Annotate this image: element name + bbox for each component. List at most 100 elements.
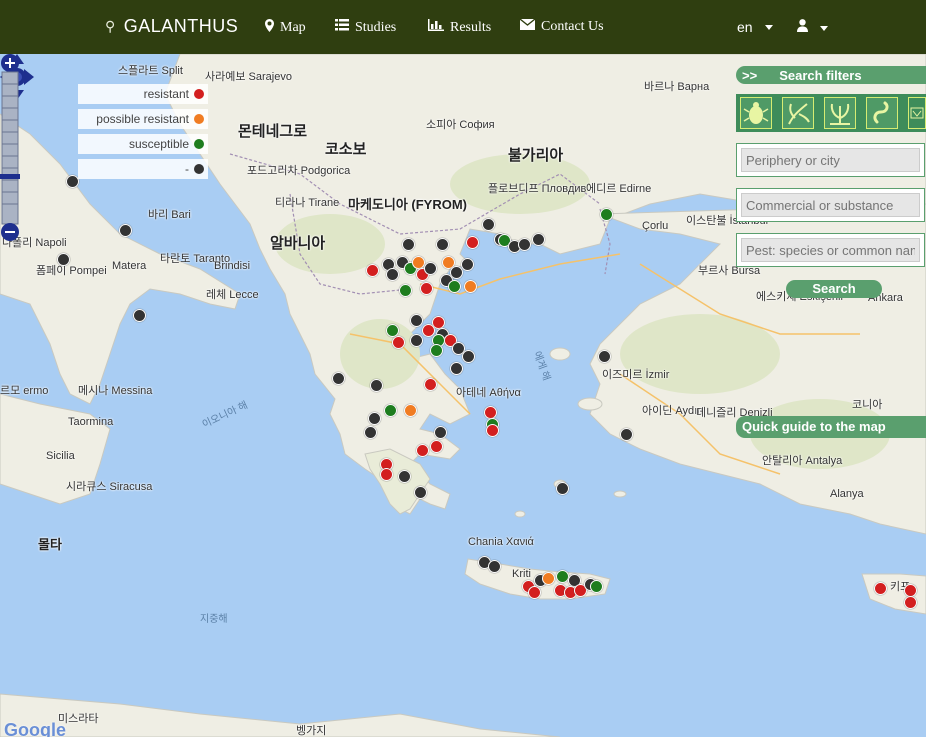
google-logo: Google bbox=[4, 720, 66, 737]
map-label-kriti: Kriti bbox=[512, 568, 531, 580]
search-filters-header[interactable]: >> Search filters bbox=[736, 66, 926, 84]
map-label-montenegro: 몬테네그로 bbox=[238, 123, 308, 140]
map-marker[interactable] bbox=[402, 238, 415, 251]
map-label-bulgaria: 불가리아 bbox=[508, 147, 564, 164]
map-marker[interactable] bbox=[133, 309, 146, 322]
map-marker[interactable] bbox=[57, 253, 70, 266]
map-marker[interactable] bbox=[542, 572, 555, 585]
map-marker[interactable] bbox=[398, 470, 411, 483]
envelope-icon bbox=[519, 18, 536, 35]
map-marker[interactable] bbox=[430, 344, 443, 357]
map-marker[interactable] bbox=[434, 426, 447, 439]
worm-icon[interactable] bbox=[866, 97, 898, 129]
map-label-albania: 알바니아 bbox=[270, 235, 326, 252]
chevron-down-icon bbox=[764, 24, 773, 30]
map-marker[interactable] bbox=[424, 262, 437, 275]
map-label-konya: 코니아 bbox=[852, 399, 883, 411]
map-marker[interactable] bbox=[598, 350, 611, 363]
brand-name: GALANTHUS bbox=[123, 16, 239, 36]
map-marker[interactable] bbox=[874, 582, 887, 595]
map-marker[interactable] bbox=[392, 336, 405, 349]
map-marker[interactable] bbox=[620, 428, 633, 441]
map-marker[interactable] bbox=[370, 379, 383, 392]
map-marker[interactable] bbox=[488, 560, 501, 573]
map-label-brindisi: Brindisi bbox=[214, 260, 251, 272]
filter-icons-row bbox=[736, 94, 926, 132]
map-marker[interactable] bbox=[448, 280, 461, 293]
user-menu[interactable] bbox=[797, 19, 828, 37]
commercial-field-wrapper bbox=[736, 188, 925, 222]
legend-dot-possible-resistant bbox=[194, 114, 204, 124]
user-icon bbox=[797, 19, 808, 37]
map-marker[interactable] bbox=[556, 482, 569, 495]
map-marker[interactable] bbox=[386, 268, 399, 281]
nav-studies[interactable]: Studies bbox=[335, 19, 396, 36]
map-marker[interactable] bbox=[414, 486, 427, 499]
map-label-palermo: 르모 ermo bbox=[0, 385, 49, 397]
map-marker[interactable] bbox=[466, 236, 479, 249]
bug-icon[interactable] bbox=[740, 97, 772, 129]
map-marker[interactable] bbox=[436, 238, 449, 251]
map-label-tirana: 티라나 Tirane bbox=[275, 197, 340, 209]
map-label-mediterranean: 지중해 bbox=[200, 614, 228, 625]
map-label-bari: 바리 Bari bbox=[148, 209, 191, 221]
commercial-input[interactable] bbox=[741, 193, 920, 217]
map-marker[interactable] bbox=[904, 596, 917, 609]
language-dropdown[interactable]: en bbox=[737, 19, 773, 35]
map-marker[interactable] bbox=[600, 208, 613, 221]
map-label-taormina: Taormina bbox=[68, 416, 114, 428]
top-navbar: ⚲ GALANTHUS Map Studies Results Contact … bbox=[0, 0, 926, 54]
map-marker[interactable] bbox=[486, 424, 499, 437]
map-marker[interactable] bbox=[532, 233, 545, 246]
map-marker[interactable] bbox=[380, 468, 393, 481]
map-marker[interactable] bbox=[384, 404, 397, 417]
nav-contact[interactable]: Contact Us bbox=[519, 18, 604, 35]
map-marker[interactable] bbox=[482, 218, 495, 231]
map-label-izmir: 이즈미르 İzmir bbox=[602, 369, 670, 381]
map-marker[interactable] bbox=[399, 284, 412, 297]
zoom-control[interactable] bbox=[0, 54, 20, 242]
nav-results[interactable]: Results bbox=[428, 19, 491, 36]
map-marker[interactable] bbox=[464, 280, 477, 293]
chevron-down-icon[interactable] bbox=[908, 97, 926, 129]
map-marker[interactable] bbox=[410, 334, 423, 347]
map-marker[interactable] bbox=[364, 426, 377, 439]
brand-logo[interactable]: ⚲ GALANTHUS bbox=[105, 16, 238, 37]
periphery-input[interactable] bbox=[741, 148, 920, 172]
quick-guide-button[interactable]: Quick guide to the map bbox=[736, 416, 926, 438]
map-label-lecce: 레체 Lecce bbox=[206, 289, 259, 301]
map-marker[interactable] bbox=[368, 412, 381, 425]
map-marker[interactable] bbox=[484, 406, 497, 419]
map-marker[interactable] bbox=[332, 372, 345, 385]
nav-map[interactable]: Map bbox=[265, 19, 306, 37]
map-marker[interactable] bbox=[416, 444, 429, 457]
map-marker[interactable] bbox=[462, 350, 475, 363]
search-button[interactable]: Search bbox=[786, 280, 882, 298]
legend-dot-resistant bbox=[194, 89, 204, 99]
map-marker[interactable] bbox=[410, 314, 423, 327]
map-marker[interactable] bbox=[404, 404, 417, 417]
map-marker[interactable] bbox=[420, 282, 433, 295]
map-marker[interactable] bbox=[461, 258, 474, 271]
map-marker[interactable] bbox=[590, 580, 603, 593]
map-marker[interactable] bbox=[424, 378, 437, 391]
weed-icon[interactable] bbox=[782, 97, 814, 129]
legend-unknown: - bbox=[78, 159, 208, 179]
map-marker[interactable] bbox=[450, 362, 463, 375]
map-marker[interactable] bbox=[430, 440, 443, 453]
plant-icon[interactable] bbox=[824, 97, 856, 129]
map-label-kosovo: 코소보 bbox=[325, 141, 367, 158]
legend-dot-unknown bbox=[194, 164, 204, 174]
map-marker[interactable] bbox=[386, 324, 399, 337]
bar-chart-icon bbox=[428, 19, 444, 36]
periphery-field-wrapper bbox=[736, 143, 925, 177]
map-marker[interactable] bbox=[528, 586, 541, 599]
map-marker[interactable] bbox=[119, 224, 132, 237]
map-label-plovdiv: 플로브디프 Пловдив bbox=[488, 183, 587, 195]
map-marker[interactable] bbox=[366, 264, 379, 277]
pest-input[interactable] bbox=[741, 238, 920, 262]
map-label-pompei: 폼페이 Pompei bbox=[36, 265, 107, 277]
map-label-messina: 메시나 Messina bbox=[78, 385, 153, 397]
map-label-sarajevo: 사라예보 Sarajevo bbox=[205, 71, 292, 83]
map-marker[interactable] bbox=[518, 238, 531, 251]
